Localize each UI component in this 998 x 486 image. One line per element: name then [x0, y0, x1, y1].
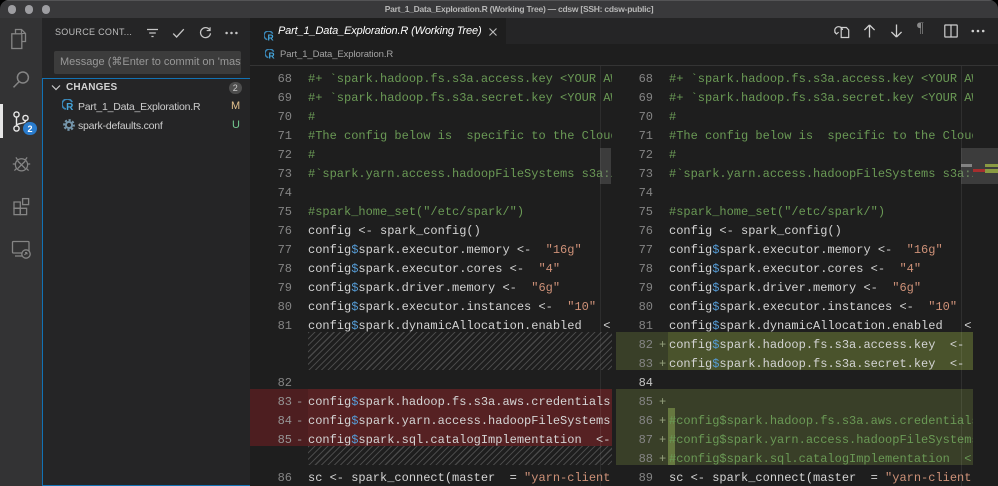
- svg-text:R: R: [66, 102, 74, 112]
- svg-text:R: R: [267, 33, 273, 43]
- svg-text:R: R: [268, 51, 274, 61]
